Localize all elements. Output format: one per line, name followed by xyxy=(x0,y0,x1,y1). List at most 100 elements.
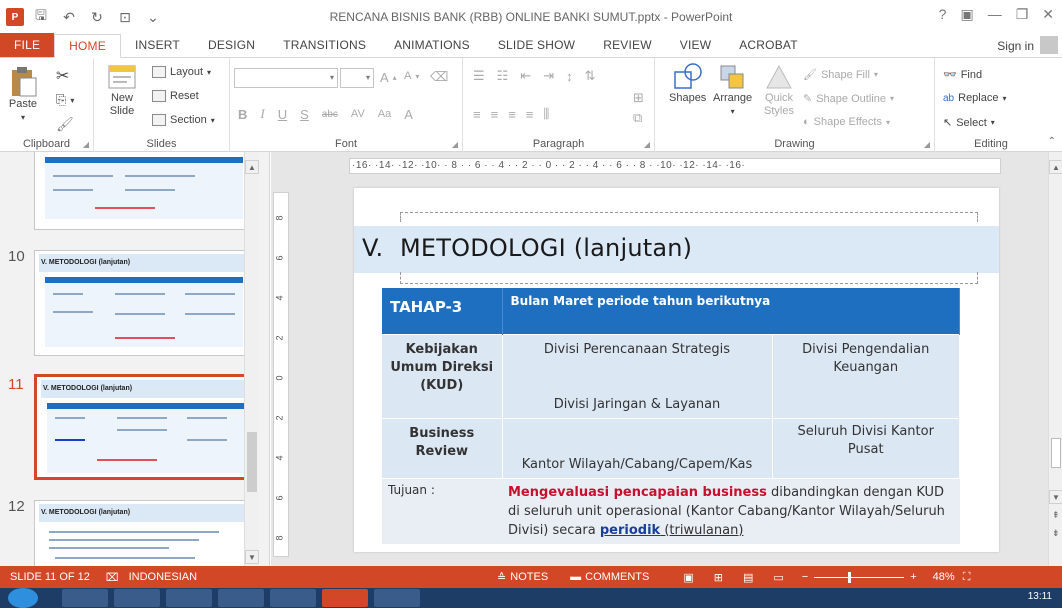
table-cell[interactable]: Seluruh Divisi Kantor Pusat xyxy=(772,417,960,478)
row-label-tujuan[interactable]: Tujuan : xyxy=(382,477,502,544)
shapes-button[interactable]: Shapes xyxy=(669,62,706,105)
previous-slide-icon[interactable]: ⇞ xyxy=(1052,510,1060,521)
scroll-up-icon[interactable]: ▲ xyxy=(1049,160,1062,174)
columns-icon[interactable]: ⫼ xyxy=(543,106,549,122)
account-avatar[interactable] xyxy=(1040,36,1058,54)
slideshow-icon[interactable]: ▭ xyxy=(773,571,783,584)
tujuan-text[interactable]: Mengevaluasi pencapaian business dibandi… xyxy=(502,477,960,544)
find-button[interactable]: 👓 Find xyxy=(943,68,982,82)
align-text-icon[interactable]: ⊞ xyxy=(633,90,644,106)
tab-acrobat[interactable]: ACROBAT xyxy=(725,33,812,57)
select-button[interactable]: ↖ Select ▾ xyxy=(943,116,995,130)
ribbon-display-icon[interactable]: ▣ xyxy=(960,6,973,23)
font-size-dropdown[interactable]: ▾ xyxy=(340,68,374,88)
next-slide-icon[interactable]: ⇟ xyxy=(1052,528,1060,539)
strikethrough-button[interactable]: abc xyxy=(322,109,338,120)
shrink-font-button[interactable]: A ▾ xyxy=(404,70,419,82)
copy-button[interactable]: ⎘ ▾ xyxy=(56,92,74,108)
scroll-down-icon[interactable]: ▼ xyxy=(245,550,259,564)
align-left-icon[interactable]: ≡ xyxy=(473,107,481,122)
table-cell[interactable]: Kantor Wilayah/Cabang/Capem/Kas xyxy=(502,417,773,478)
font-launcher-icon[interactable]: ◢ xyxy=(452,140,458,149)
sign-in-link[interactable]: Sign in xyxy=(997,39,1034,53)
layout-button[interactable]: Layout ▾ xyxy=(152,66,211,78)
table-cell[interactable]: Divisi Pengendalian Keuangan xyxy=(772,333,960,418)
drawing-launcher-icon[interactable]: ◢ xyxy=(924,140,930,149)
thumbnail-scrollbar[interactable]: ▲ ▼ xyxy=(244,152,259,566)
header-period[interactable]: Bulan Maret periode tahun berikutnya xyxy=(502,288,960,334)
shape-effects-button[interactable]: ◐ Shape Effects ▾ xyxy=(803,116,890,128)
change-case-button[interactable]: Aa xyxy=(378,108,391,120)
comments-icon[interactable]: ▬ xyxy=(570,571,581,583)
grow-font-button[interactable]: A ▴ xyxy=(380,70,397,85)
taskbar-app-icon[interactable] xyxy=(374,589,420,607)
line-spacing-icon[interactable]: ↕ xyxy=(566,69,573,84)
clipboard-launcher-icon[interactable]: ◢ xyxy=(83,140,89,149)
slide-canvas[interactable]: V. METODOLOGI (lanjutan) TAHAP-3 Bulan Ma… xyxy=(354,188,999,552)
justify-icon[interactable]: ≡ xyxy=(526,107,534,122)
scroll-down-icon[interactable]: ▼ xyxy=(1049,490,1062,504)
tab-animations[interactable]: ANIMATIONS xyxy=(380,33,484,57)
restore-icon[interactable]: ❐ xyxy=(1016,6,1029,23)
slide-title[interactable]: V. METODOLOGI (lanjutan) xyxy=(362,234,692,262)
collapse-ribbon-icon[interactable]: ⌃ xyxy=(1048,136,1056,147)
thumbnail-slide-10[interactable]: V. METODOLOGI (lanjutan) xyxy=(34,250,256,356)
reading-view-icon[interactable]: ▤ xyxy=(743,571,753,584)
zoom-out-icon[interactable]: − xyxy=(802,571,808,583)
format-painter-button[interactable]: 🖌 xyxy=(56,116,74,133)
proofing-icon[interactable]: ⌧ xyxy=(106,571,119,584)
clear-formatting-icon[interactable]: ⌫ xyxy=(430,69,448,85)
fit-slide-icon[interactable]: ⛶ xyxy=(963,571,971,584)
taskbar-app-icon[interactable] xyxy=(270,589,316,607)
help-icon[interactable]: ? xyxy=(939,6,947,23)
character-spacing-icon[interactable]: AV xyxy=(351,108,365,120)
start-button-icon[interactable] xyxy=(8,588,38,608)
quick-styles-button[interactable]: Quick Styles xyxy=(759,62,799,118)
save-icon[interactable]: 🖫 xyxy=(32,5,50,29)
minimize-icon[interactable]: — xyxy=(988,6,1002,23)
shape-fill-button[interactable]: 🖌 Shape Fill ▾ xyxy=(803,68,878,82)
scroll-up-icon[interactable]: ▲ xyxy=(245,160,259,174)
taskbar-powerpoint-icon[interactable] xyxy=(322,589,368,607)
font-color-icon[interactable]: A xyxy=(404,107,413,122)
shape-outline-button[interactable]: ✎ Shape Outline ▾ xyxy=(803,92,894,106)
taskbar-word-icon[interactable] xyxy=(218,589,264,607)
row-label-business-review[interactable]: Business Review xyxy=(382,417,503,478)
thumbnail-scroll-thumb[interactable] xyxy=(247,432,257,492)
text-direction-icon[interactable]: ⇅ xyxy=(585,68,596,84)
tab-design[interactable]: DESIGN xyxy=(194,33,269,57)
zoom-in-icon[interactable]: + xyxy=(910,571,916,583)
increase-indent-icon[interactable]: ⇥ xyxy=(543,68,554,84)
tab-slide-show[interactable]: SLIDE SHOW xyxy=(484,33,589,57)
underline-button[interactable]: U xyxy=(278,107,287,122)
close-icon[interactable]: ✕ xyxy=(1042,6,1054,23)
normal-view-icon[interactable]: ▣ xyxy=(683,571,693,584)
bold-button[interactable]: B xyxy=(238,107,247,122)
redo-icon[interactable]: ↻ xyxy=(88,9,106,26)
align-right-icon[interactable]: ≡ xyxy=(508,107,516,122)
notes-icon[interactable]: ≙ xyxy=(497,571,506,584)
header-tahap[interactable]: TAHAP-3 xyxy=(382,288,503,334)
align-center-icon[interactable]: ≡ xyxy=(491,107,499,122)
slide-sorter-icon[interactable]: ⊞ xyxy=(714,571,723,584)
tab-view[interactable]: VIEW xyxy=(666,33,725,57)
editor-scroll-thumb[interactable] xyxy=(1051,438,1061,468)
thumbnail-slide-12[interactable]: V. METODOLOGI (lanjutan) xyxy=(34,500,256,566)
paste-button[interactable]: Paste ▾ xyxy=(8,66,38,124)
thumbnail-slide-9[interactable] xyxy=(34,152,256,230)
font-name-dropdown[interactable]: ▾ xyxy=(234,68,338,88)
smartart-icon[interactable]: ⧉ xyxy=(633,110,642,126)
new-slide-button[interactable]: New Slide xyxy=(102,62,142,118)
shadow-button[interactable]: S xyxy=(300,107,309,122)
start-from-beginning-icon[interactable]: ⊡ xyxy=(116,9,134,26)
thumbnail-slide-11[interactable]: V. METODOLOGI (lanjutan) xyxy=(34,374,256,480)
tab-review[interactable]: REVIEW xyxy=(589,33,666,57)
zoom-level[interactable]: 48% xyxy=(933,571,955,583)
editor-scrollbar[interactable]: ▲ ▼ ⇞ ⇟ xyxy=(1048,152,1062,566)
arrange-button[interactable]: Arrange ▾ xyxy=(713,62,752,118)
tab-insert[interactable]: INSERT xyxy=(121,33,194,57)
tab-file[interactable]: FILE xyxy=(0,33,55,57)
zoom-slider[interactable] xyxy=(814,571,905,583)
taskbar-chrome-icon[interactable] xyxy=(166,589,212,607)
taskbar-explorer-icon[interactable] xyxy=(114,589,160,607)
